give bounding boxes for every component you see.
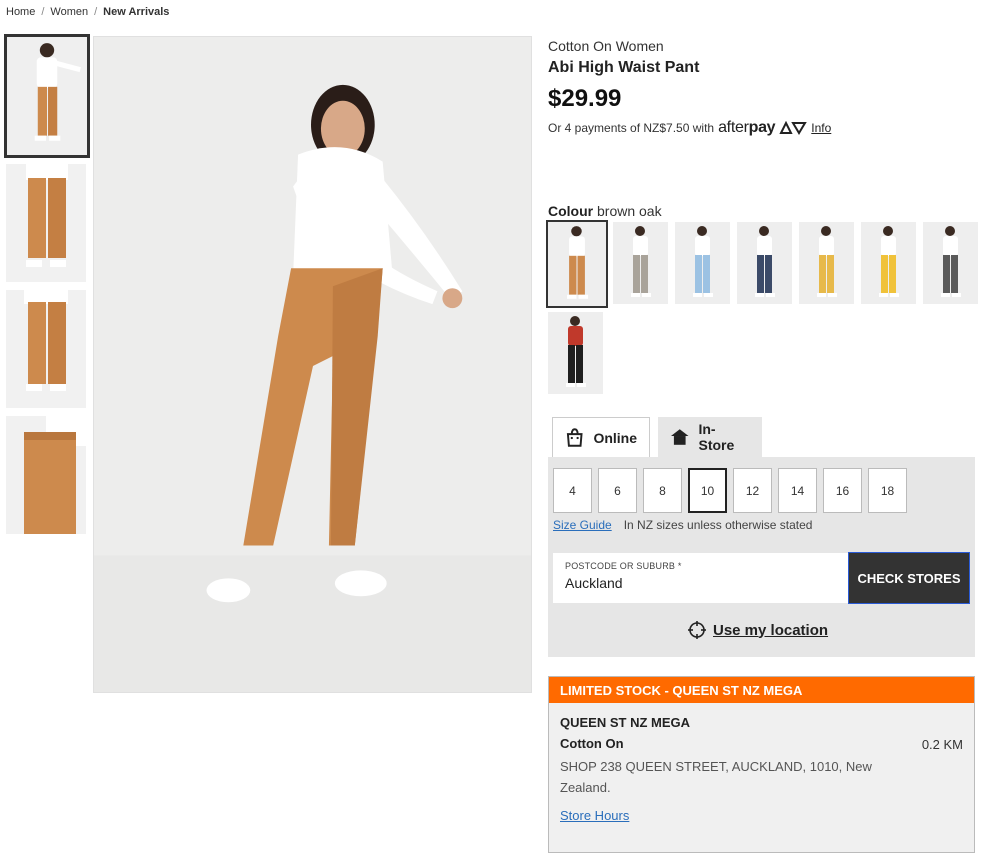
thumbnail-front[interactable] [4, 34, 90, 158]
colour-swatch[interactable] [923, 222, 978, 304]
size-option[interactable]: 18 [868, 468, 907, 513]
thumbnail-side[interactable] [6, 416, 86, 534]
product-title: Abi High Waist Pant [548, 59, 700, 76]
store-name: QUEEN ST NZ MEGA [560, 715, 691, 730]
store-stock-result: LIMITED STOCK - QUEEN ST NZ MEGA QUEEN S… [548, 676, 975, 853]
main-product-image[interactable] [93, 36, 532, 693]
size-option[interactable]: 8 [643, 468, 682, 513]
store-brand: Cotton On [560, 736, 624, 751]
store-panel: 4 6 8 10 12 14 16 18 Size Guide In NZ sizes unl… [548, 457, 975, 657]
breadcrumb-current: New Arrivals [103, 6, 170, 18]
tab-instore[interactable]: In-Store [658, 417, 762, 457]
postcode-label: POSTCODE OR SUBURB * [565, 561, 682, 571]
breadcrumb-home-link[interactable]: Home [6, 6, 35, 18]
colour-swatch[interactable] [737, 222, 792, 304]
availability-tabs: Online In-Store [552, 417, 762, 457]
colour-label-text: Colour [548, 203, 594, 219]
size-option[interactable]: 14 [778, 468, 817, 513]
thumbnail-gallery [4, 34, 90, 542]
breadcrumb: Home / Women / New Arrivals [6, 6, 169, 18]
colour-swatch[interactable] [546, 220, 608, 308]
store-distance: 0.2 KM [921, 737, 963, 752]
size-selector: 4 6 8 10 12 14 16 18 [553, 468, 907, 513]
use-location-button[interactable]: Use my location [688, 621, 828, 639]
product-info: Cotton On Women Abi High Waist Pant $29.… [548, 38, 974, 137]
shopping-bag-icon [566, 427, 583, 447]
use-location-label: Use my location [713, 621, 829, 639]
size-option[interactable]: 6 [598, 468, 637, 513]
tab-online[interactable]: Online [552, 417, 650, 457]
tab-online-label: Online [593, 429, 637, 446]
breadcrumb-women-link[interactable]: Women [50, 6, 88, 18]
colour-swatch[interactable] [861, 222, 916, 304]
check-stores-button[interactable]: CHECK STORES [848, 552, 970, 604]
afterpay-text: Or 4 payments of NZ$7.50 with [548, 121, 715, 135]
colour-swatch[interactable] [799, 222, 854, 304]
afterpay-row: Or 4 payments of NZ$7.50 with afterpay I… [548, 119, 974, 137]
colour-value: brown oak [597, 203, 662, 219]
store-hours-link[interactable]: Store Hours [560, 808, 629, 823]
size-option[interactable]: 4 [553, 468, 592, 513]
size-guide-link[interactable]: Size Guide [553, 518, 612, 532]
product-brand[interactable]: Cotton On Women [548, 38, 974, 54]
postcode-field[interactable]: POSTCODE OR SUBURB * Auckland [553, 553, 848, 603]
colour-swatch[interactable] [548, 312, 603, 394]
store-address: SHOP 238 QUEEN STREET, AUCKLAND, 1010, N… [560, 759, 872, 795]
postcode-input[interactable]: Auckland [565, 575, 836, 591]
thumbnail-detail-front[interactable] [6, 164, 86, 282]
store-icon [670, 429, 689, 445]
size-note-text: In NZ sizes unless otherwise stated [623, 518, 813, 532]
size-option[interactable]: 16 [823, 468, 862, 513]
afterpay-logo: afterpay [718, 119, 776, 136]
afterpay-arrows-icon [779, 121, 808, 135]
product-price: $29.99 [548, 85, 622, 112]
stock-status-header: LIMITED STOCK - QUEEN ST NZ MEGA [549, 677, 974, 703]
breadcrumb-separator: / [41, 6, 45, 18]
size-option[interactable]: 10 [688, 468, 727, 513]
afterpay-info-link[interactable]: Info [811, 121, 831, 135]
thumbnail-detail-back[interactable] [6, 290, 86, 408]
colour-swatch[interactable] [675, 222, 730, 304]
colour-swatch[interactable] [613, 222, 668, 304]
crosshair-icon [688, 621, 706, 639]
breadcrumb-separator: / [94, 6, 98, 18]
store-details: QUEEN ST NZ MEGA Cotton On 0.2 KM SHOP 2… [549, 703, 974, 837]
tab-instore-label: In-Store [698, 421, 735, 453]
colour-label: Colour brown oak [548, 203, 662, 219]
size-option[interactable]: 12 [733, 468, 772, 513]
colour-swatches [546, 220, 978, 394]
size-note: Size Guide In NZ sizes unless otherwise … [553, 518, 812, 532]
